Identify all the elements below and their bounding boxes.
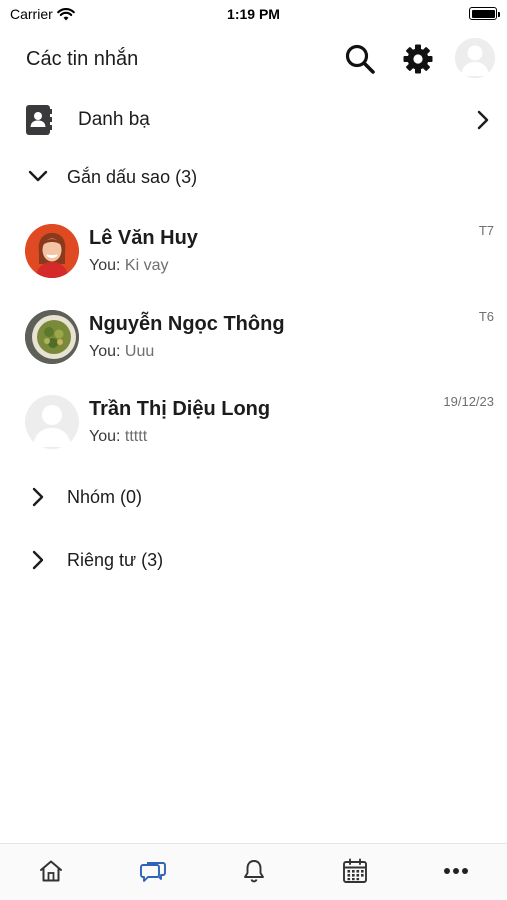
last-message: ttttt (124, 428, 148, 445)
chat-item[interactable]: Lê Văn Huy You: Ki vay T7 (0, 217, 507, 297)
chat-time: 19/12/23 (443, 394, 494, 409)
contacts-row[interactable]: Danh bạ (0, 100, 507, 140)
section-private[interactable]: Riêng tư (3) (0, 543, 507, 579)
avatar (25, 224, 79, 278)
last-message: Ki vay (124, 257, 169, 274)
chat-name: Nguyễn Ngọc Thông (89, 313, 285, 335)
search-button[interactable] (343, 42, 377, 76)
messages-screen: Carrier 1:19 PM Các tin nhắn Danh bạ Gắn… (0, 0, 507, 900)
tab-calendar[interactable] (335, 856, 375, 886)
chevron-right-icon (32, 487, 44, 507)
tab-bar (0, 843, 507, 900)
tab-more[interactable] (436, 856, 476, 886)
tab-messages[interactable] (133, 856, 173, 886)
settings-button[interactable] (401, 42, 435, 76)
home-icon (40, 860, 62, 882)
food-photo-icon (25, 310, 79, 364)
section-private-label: Riêng tư (3) (67, 550, 164, 570)
section-groups-label: Nhóm (0) (67, 487, 143, 507)
chat-name: Lê Văn Huy (89, 227, 198, 249)
chat-preview: You: Uuu (89, 343, 154, 361)
contact-book-icon (26, 105, 52, 135)
chat-item[interactable]: Trần Thị Diệu Long You: ttttt 19/12/23 (0, 388, 507, 468)
status-bar: Carrier 1:19 PM (0, 0, 507, 30)
calendar-icon (343, 858, 367, 883)
chevron-right-icon (477, 110, 489, 130)
contacts-label: Danh bạ (78, 109, 150, 130)
chat-name: Trần Thị Diệu Long (89, 398, 271, 420)
status-time: 1:19 PM (227, 6, 280, 22)
more-icon (444, 868, 468, 874)
section-starred[interactable]: Gắn dấu sao (3) (0, 160, 507, 196)
chat-preview: You: ttttt (89, 428, 147, 446)
battery-icon (469, 7, 500, 20)
you-prefix: You: (89, 343, 121, 360)
avatar (25, 310, 79, 364)
you-prefix: You: (89, 428, 121, 445)
user-photo-icon (25, 224, 79, 278)
section-starred-label: Gắn dấu sao (3) (67, 167, 198, 187)
chat-time: T6 (478, 309, 494, 324)
last-message: Uuu (124, 343, 155, 360)
chevron-down-icon (28, 170, 48, 182)
avatar (25, 395, 79, 449)
chat-icon (140, 862, 166, 882)
profile-avatar[interactable] (455, 38, 495, 78)
tab-home[interactable] (31, 856, 71, 886)
chat-time: T7 (478, 223, 494, 238)
chat-item[interactable]: Nguyễn Ngọc Thông You: Uuu T6 (0, 303, 507, 383)
avatar (455, 38, 495, 78)
section-groups[interactable]: Nhóm (0) (0, 480, 507, 516)
chevron-right-icon (32, 550, 44, 570)
header: Các tin nhắn (0, 38, 507, 80)
you-prefix: You: (89, 257, 121, 274)
bell-icon (244, 860, 264, 883)
chat-preview: You: Ki vay (89, 257, 168, 275)
default-avatar-icon (25, 395, 79, 449)
search-icon (345, 44, 375, 74)
tab-notifications[interactable] (234, 856, 274, 886)
gear-icon (403, 44, 433, 74)
page-title: Các tin nhắn (26, 48, 139, 70)
